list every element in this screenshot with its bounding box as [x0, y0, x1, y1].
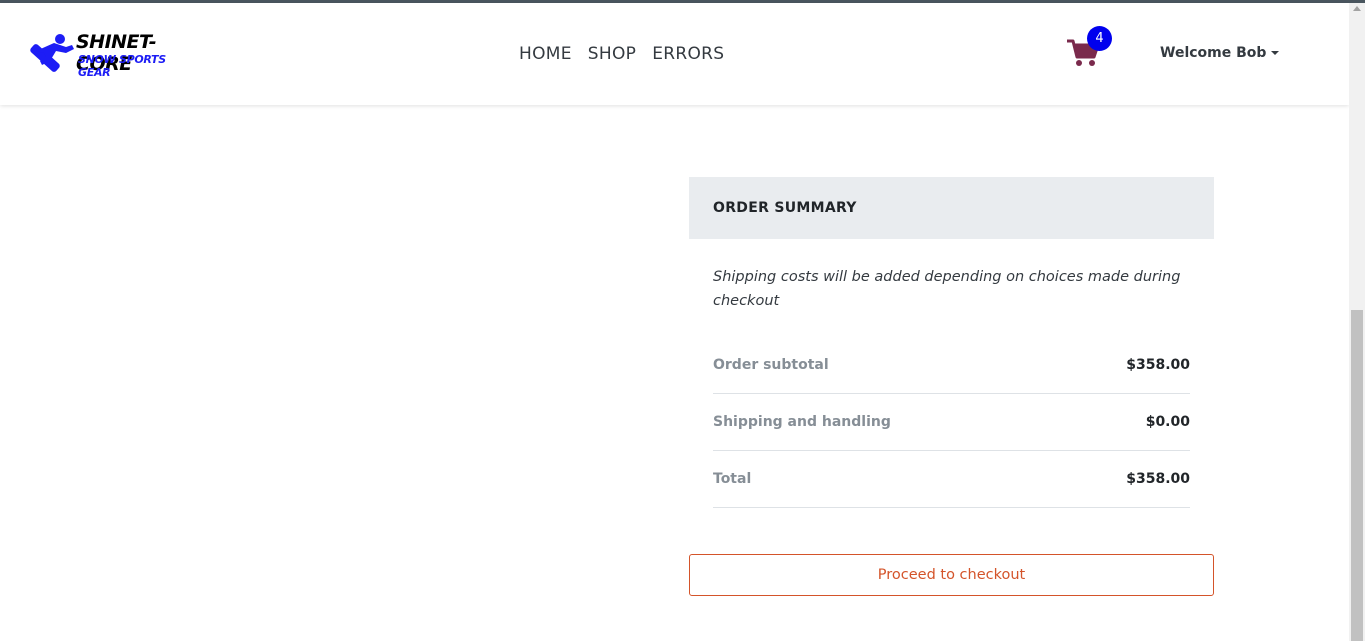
summary-row-label: Shipping and handling	[713, 414, 891, 430]
brand-logo[interactable]: SHINET-CORE SNOW SPORTS GEAR	[26, 31, 198, 83]
summary-row-shipping: Shipping and handling $0.00	[713, 394, 1190, 451]
shipping-note: Shipping costs will be added depending o…	[713, 269, 1181, 309]
order-summary-panel: ORDER SUMMARY Shipping costs will be add…	[689, 177, 1214, 508]
summary-row-value: $358.00	[1126, 357, 1190, 373]
nav-errors-link[interactable]: ERRORS	[652, 44, 724, 64]
summary-row-value: $0.00	[1145, 414, 1190, 430]
proceed-to-checkout-button[interactable]: Proceed to checkout	[689, 554, 1214, 596]
chevron-down-icon	[1271, 51, 1280, 55]
order-summary-title: ORDER SUMMARY	[689, 177, 1214, 239]
cart-count-badge: 4	[1087, 26, 1112, 51]
nav-shop-link[interactable]: SHOP	[588, 44, 636, 64]
summary-row-total: Total $358.00	[713, 451, 1190, 508]
user-greeting: Welcome Bob	[1160, 45, 1267, 61]
scrollbar-thumb[interactable]	[1351, 310, 1363, 641]
summary-rows: Order subtotal $358.00 Shipping and hand…	[713, 337, 1190, 508]
summary-row-label: Total	[713, 471, 752, 487]
nav-home-link[interactable]: HOME	[519, 44, 572, 64]
summary-row-value: $358.00	[1126, 471, 1190, 487]
snowboarder-icon	[26, 31, 76, 87]
summary-row-subtotal: Order subtotal $358.00	[713, 337, 1190, 394]
user-menu-dropdown[interactable]: Welcome Bob	[1160, 45, 1280, 61]
scroll-up-arrow-icon[interactable]	[1353, 6, 1361, 11]
navbar: SHINET-CORE SNOW SPORTS GEAR HOME SHOP E…	[0, 3, 1349, 105]
vertical-scrollbar[interactable]	[1349, 3, 1365, 641]
main-nav: HOME SHOP ERRORS	[519, 44, 724, 64]
brand-subtitle: SNOW SPORTS GEAR	[78, 53, 166, 79]
summary-row-label: Order subtotal	[713, 357, 829, 373]
